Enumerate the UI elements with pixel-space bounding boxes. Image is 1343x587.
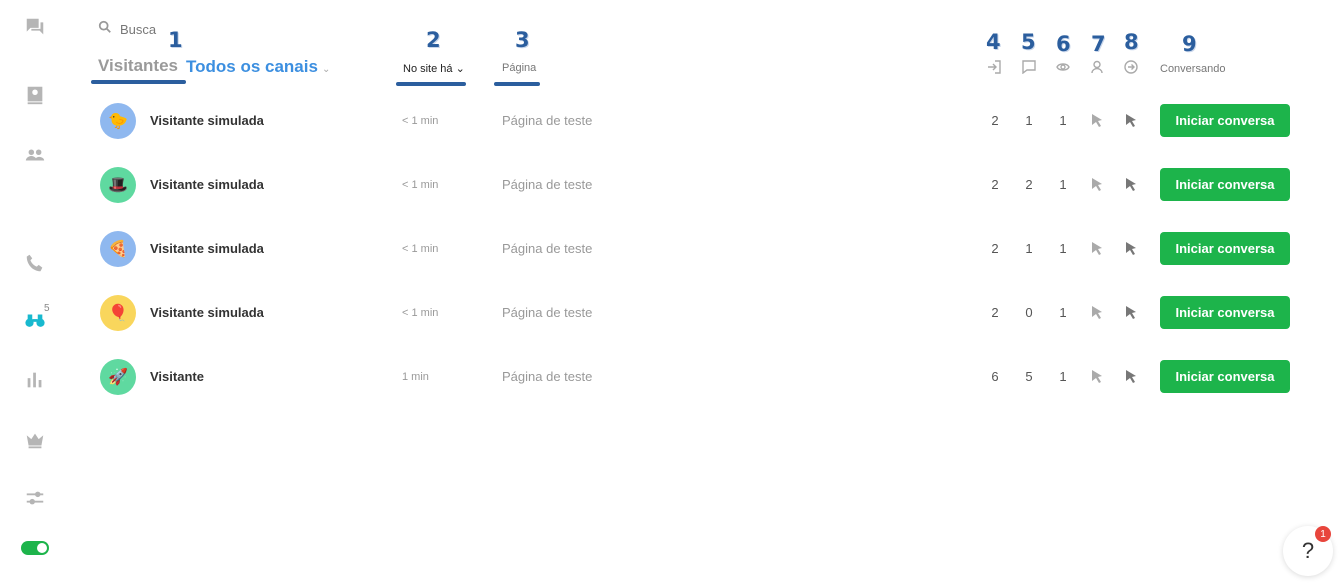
start-chat-button[interactable]: Iniciar conversa [1160,232,1290,265]
annotation-underline [494,82,540,86]
annotation-number: 6 [1056,32,1071,56]
column-header-chatting: Conversando [1160,63,1226,75]
bird-icon: 🐤 [100,103,136,139]
chevron-down-icon: ⌄ [455,63,465,75]
visitor-name: Visitante [150,369,204,384]
cursor-icon [1125,305,1137,319]
annotation-number: 2 [426,28,441,52]
annotation-number: 3 [515,28,530,52]
cursor-icon [1125,177,1137,191]
visitor-name: Visitante simulada [150,241,264,256]
search-bar [98,18,318,40]
start-chat-button[interactable]: Iniciar conversa [1160,360,1290,393]
people-icon[interactable] [24,144,46,166]
table-row[interactable]: 🎈 Visitante simulada < 1 min Página de t… [90,285,1300,341]
time-on-site: 1 min [402,371,429,383]
channel-selector[interactable]: Todos os canais ⌄ [186,57,330,77]
sort-time-on-site[interactable]: No site há ⌄ [403,62,465,75]
annotation-underline [396,82,466,86]
views-count: 1 [1059,369,1067,384]
cursor-icon [1091,177,1103,191]
entries-count: 2 [991,305,999,320]
visitor-name: Visitante simulada [150,177,264,192]
arrow-circle-icon [1124,60,1138,74]
column-header-page: Página [502,62,537,74]
views-count: 1 [1059,305,1067,320]
chats-count: 0 [1025,305,1033,320]
settings-sliders-icon[interactable] [24,487,46,509]
phone-icon[interactable] [24,252,46,274]
views-count: 1 [1059,177,1067,192]
search-input[interactable] [120,21,300,37]
visitors-count-badge: 5 [44,303,50,314]
page-title: Visitantes [98,56,179,75]
annotation-number: 8 [1124,30,1139,54]
cursor-icon [1125,241,1137,255]
table-row[interactable]: 🚀 Visitante 1 min Página de teste 6 5 1 … [90,349,1300,405]
annotation-number: 7 [1091,32,1106,56]
time-on-site: < 1 min [402,243,439,255]
annotation-number: 1 [168,28,183,52]
cursor-icon [1091,305,1103,319]
pizza-icon: 🍕 [100,231,136,267]
visitor-name: Visitante simulada [150,113,264,128]
cursor-icon [1125,113,1137,127]
chats-count: 2 [1025,177,1033,192]
cursor-icon [1091,113,1103,127]
cursor-icon [1091,369,1103,383]
views-count: 1 [1059,113,1067,128]
chats-count: 1 [1025,241,1033,256]
current-page: Página de teste [502,177,593,192]
sidebar: 5 [0,0,70,587]
chat-bubble-icon [1022,60,1036,75]
rocket-icon: 🚀 [100,359,136,395]
enter-icon [987,60,1001,74]
entries-count: 2 [991,177,999,192]
user-icon [1090,60,1104,74]
contact-card-icon[interactable] [24,84,46,106]
entries-count: 6 [991,369,999,384]
current-page: Página de teste [502,113,593,128]
time-on-site: < 1 min [402,115,439,127]
search-icon [98,20,112,39]
visitor-name: Visitante simulada [150,305,264,320]
start-chat-button[interactable]: Iniciar conversa [1160,104,1290,137]
start-chat-button[interactable]: Iniciar conversa [1160,296,1290,329]
top-hat-icon: 🎩 [100,167,136,203]
entries-count: 2 [991,113,999,128]
chats-count: 1 [1025,113,1033,128]
table-row[interactable]: 🎩 Visitante simulada < 1 min Página de t… [90,157,1300,213]
table-row[interactable]: 🐤 Visitante simulada < 1 min Página de t… [90,93,1300,149]
chevron-down-icon: ⌄ [321,64,331,75]
cursor-icon [1091,241,1103,255]
current-page: Página de teste [502,305,593,320]
annotation-number: 5 [1021,30,1036,54]
cursor-icon [1125,369,1137,383]
current-page: Página de teste [502,241,593,256]
binoculars-icon[interactable]: 5 [24,303,50,331]
help-notification-badge: 1 [1315,526,1331,542]
views-count: 1 [1059,241,1067,256]
chats-count: 5 [1025,369,1033,384]
table-row[interactable]: 🍕 Visitante simulada < 1 min Página de t… [90,221,1300,277]
help-label: ? [1301,538,1315,563]
chats-icon[interactable] [24,16,46,38]
online-status-toggle[interactable] [21,541,49,555]
time-on-site: < 1 min [402,179,439,191]
current-page: Página de teste [502,369,593,384]
column-header-time: No site há [403,63,453,75]
balloon-icon: 🎈 [100,295,136,331]
start-chat-button[interactable]: Iniciar conversa [1160,168,1290,201]
annotation-number: 9 [1182,32,1197,56]
crown-icon[interactable] [24,429,46,451]
time-on-site: < 1 min [402,307,439,319]
channel-selector-label: Todos os canais [186,57,318,76]
entries-count: 2 [991,241,999,256]
annotation-underline [91,80,186,84]
bar-chart-icon[interactable] [24,369,46,391]
eye-icon [1056,60,1070,74]
annotation-number: 4 [986,30,1001,54]
